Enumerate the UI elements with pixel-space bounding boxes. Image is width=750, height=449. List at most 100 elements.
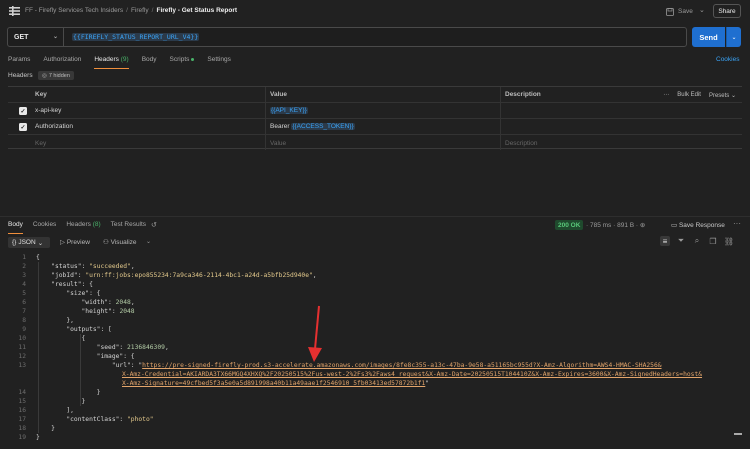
wrap-lines-icon[interactable]: ≡ — [660, 236, 670, 246]
tab-headers[interactable]: Headers (9) — [94, 56, 129, 69]
header-value-cell[interactable]: Bearer {{ACCESS_TOKEN}} — [270, 119, 500, 134]
header-key-cell[interactable]: Authorization — [35, 119, 265, 134]
header-enabled-checkbox[interactable]: ✓ — [19, 107, 27, 115]
code-line: 13 "url": "https://pre-signed-firefly-pr… — [18, 362, 662, 369]
tab-authorization[interactable]: Authorization — [43, 56, 81, 69]
scripts-indicator-dot — [191, 57, 195, 61]
code-line: 3 "jobId": "urn:ff:jobs:epo855234:7a9ca3… — [22, 272, 317, 279]
save-options-chevron-icon[interactable]: ⌄ — [699, 6, 705, 14]
cookies-link[interactable]: Cookies — [716, 56, 739, 63]
header-value-variable: {{ACCESS_TOKEN}} — [291, 123, 355, 130]
table-header-row: Key Value Description ··· Bulk Edit Pres… — [8, 87, 742, 103]
code-line: 9 "outputs": [ — [22, 326, 112, 333]
tab-body[interactable]: Body — [142, 56, 157, 69]
breadcrumb-workspace[interactable]: FF - Firefly Services Tech Insiders — [25, 7, 123, 14]
column-header-description: Description — [505, 91, 541, 98]
network-icon[interactable]: ⊕ — [640, 222, 645, 229]
header-value-prefix: Bearer — [270, 123, 290, 130]
filter-icon[interactable]: ⏷ — [676, 236, 686, 246]
presets-dropdown[interactable]: Presets ⌄ — [709, 92, 736, 99]
more-options-icon[interactable]: ··· — [733, 219, 741, 228]
response-tools: ≡ ⏷ ⌕ ❐ ⛓ — [660, 236, 734, 246]
braces-icon: {} — [12, 239, 17, 246]
code-line: 16 ], — [18, 407, 74, 414]
code-line: 10 { — [18, 335, 86, 342]
eye-off-icon: ◎ — [42, 72, 47, 79]
response-tab-headers-label: Headers — [66, 221, 91, 228]
new-description-input[interactable]: Description — [505, 135, 655, 151]
response-time: 785 ms — [589, 222, 612, 229]
response-tab-cookies[interactable]: Cookies — [33, 221, 56, 234]
image-url-link-cont[interactable]: X-Amz-Credential=AKIARDA3TX66MGQ4XHXQ%2F… — [122, 371, 702, 378]
presets-label: Presets — [708, 92, 730, 99]
tab-settings[interactable]: Settings — [207, 56, 231, 69]
save-response-button[interactable]: ▭ Save Response — [671, 221, 725, 229]
header-enabled-checkbox[interactable]: ✓ — [19, 123, 27, 131]
share-button[interactable]: Share — [713, 4, 741, 18]
scroll-indicator[interactable] — [734, 433, 742, 435]
image-url-link-end[interactable]: X-Amz-Signature=49cfbed5f3a5e0a5d891998a… — [122, 380, 425, 387]
copy-icon[interactable]: ❐ — [708, 236, 718, 246]
search-icon[interactable]: ⌕ — [692, 236, 702, 246]
save-response-label: Save Response — [678, 222, 725, 229]
code-line: 6 "width": 2048, — [22, 299, 135, 306]
tab-params[interactable]: Params — [8, 56, 30, 69]
header-value-cell[interactable]: {{API_KEY}} — [270, 103, 500, 118]
format-select[interactable]: {} JSON ⌄ — [8, 237, 50, 248]
seed-value: 2136846309 — [127, 344, 165, 351]
method-select[interactable]: GET ⌄ — [8, 28, 64, 46]
table-actions: ··· Bulk Edit Presets ⌄ — [663, 87, 736, 103]
tab-scripts[interactable]: Scripts — [170, 56, 195, 69]
history-icon[interactable]: ↺ — [151, 221, 157, 229]
header-description-cell[interactable] — [505, 119, 655, 134]
request-tabs: Params Authorization Headers (9) Body Sc… — [8, 56, 244, 69]
height-value: 2048 — [119, 308, 135, 315]
pane-divider[interactable] — [0, 216, 750, 217]
table-row: ✓ x-api-key {{API_KEY}} — [8, 103, 742, 119]
code-line: 4 "result": { — [22, 281, 93, 288]
column-header-value: Value — [270, 91, 287, 98]
red-arrow-annotation — [308, 305, 322, 362]
chevron-down-icon: ⌄ — [52, 34, 58, 40]
format-label: JSON — [18, 239, 36, 246]
response-tab-test-results[interactable]: Test Results — [111, 221, 146, 234]
response-meta: · 785 ms · 891 B · ⊕ — [586, 222, 646, 229]
send-button[interactable]: Send — [692, 27, 725, 47]
preview-button[interactable]: ▷ Preview — [60, 238, 90, 246]
breadcrumb-folder[interactable]: Firefly — [131, 7, 149, 14]
visualize-chevron-icon[interactable]: ⌄ — [146, 238, 151, 245]
url-variable: {{FIREFLY_STATUS_REPORT_URL_V4}} — [72, 33, 200, 41]
visualize-label: Visualize — [110, 239, 137, 246]
response-body-editor[interactable]: 1{ 2 "status": "succeeded", 3 "jobId": "… — [0, 253, 750, 449]
url-input[interactable]: {{FIREFLY_STATUS_REPORT_URL_V4}} — [72, 33, 200, 41]
new-value-input[interactable]: Value — [270, 135, 500, 151]
play-icon: ▷ — [60, 239, 65, 246]
header-description-cell[interactable] — [505, 103, 655, 118]
visualize-icon: ⚇ — [103, 239, 109, 246]
code-line: 11 "seed": 2136846309, — [18, 344, 169, 351]
save-label: Save — [678, 8, 693, 15]
image-url-link[interactable]: https://pre-signed-firefly-prod.s3-accel… — [142, 362, 661, 369]
response-tab-body[interactable]: Body — [8, 221, 23, 234]
code-line: 5 "size": { — [22, 290, 101, 297]
code-line-wrap: X-Amz-Signature=49cfbed5f3a5e0a5d891998a… — [122, 380, 430, 387]
chevron-down-icon: ⌄ — [37, 239, 44, 247]
page-title: Firefly - Get Status Report — [156, 7, 238, 14]
code-line-wrap: X-Amz-Credential=AKIARDA3TX66MGQ4XHXQ%2F… — [0, 370, 750, 379]
hidden-headers-toggle[interactable]: ◎ 7 hidden — [38, 71, 74, 80]
link-icon[interactable]: ⛓ — [724, 236, 734, 246]
new-key-input[interactable]: Key — [35, 135, 265, 151]
response-tab-headers[interactable]: Headers (8) — [66, 221, 100, 234]
send-options-chevron-icon[interactable]: ⌄ — [726, 27, 741, 47]
visualize-button[interactable]: ⚇ Visualize — [103, 238, 137, 246]
header-key-cell[interactable]: x-api-key — [35, 103, 265, 118]
header-value-variable: {{API_KEY}} — [270, 107, 308, 114]
hidden-headers-label: 7 hidden — [48, 72, 70, 79]
bulk-edit-button[interactable]: Bulk Edit — [677, 92, 701, 98]
more-options-icon[interactable]: ··· — [663, 92, 669, 98]
top-bar: FF - Firefly Services Tech Insiders / Fire… — [0, 0, 750, 24]
save-button[interactable]: Save — [666, 5, 693, 18]
response-size: 891 B — [617, 222, 635, 229]
save-icon — [666, 7, 674, 16]
jobid-value: "urn:ff:jobs:epo855234:7a9ca346-2114-4bc… — [85, 272, 313, 279]
